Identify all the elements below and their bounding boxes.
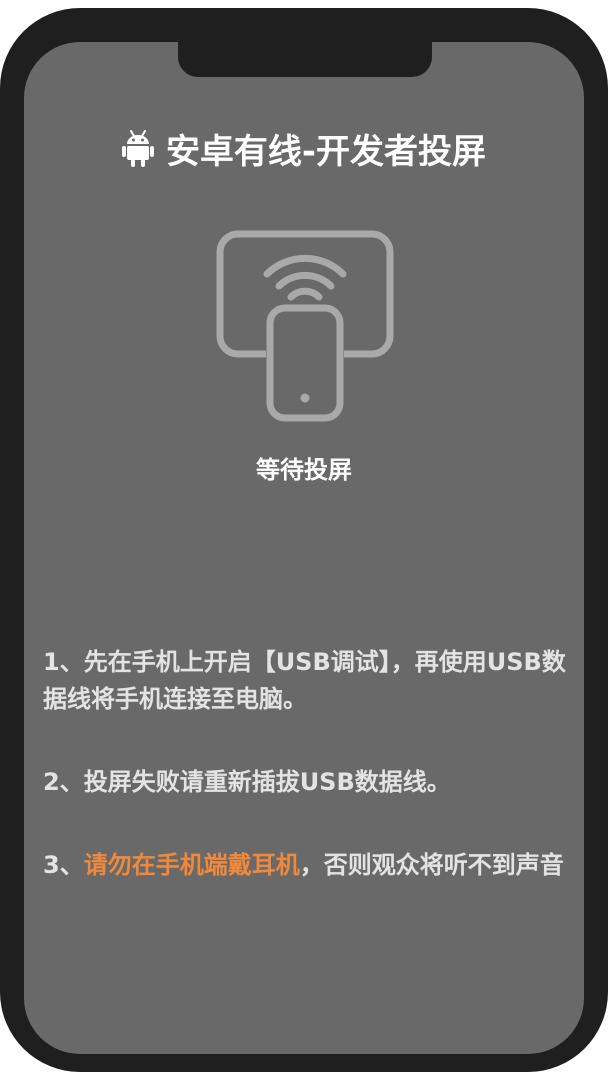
title-text: 安卓有线-开发者投屏 xyxy=(165,131,487,172)
phone-notch xyxy=(178,35,432,77)
screen-cast-icon xyxy=(216,230,394,422)
instruction-step-3: 3、请勿在手机端戴耳机，否则观众将听不到声音 xyxy=(43,847,568,884)
headphone-warning: 请勿在手机端戴耳机 xyxy=(83,851,300,879)
step-3-suffix: ，否则观众将听不到声音 xyxy=(299,851,564,879)
instructions: 1、先在手机上开启【USB调试】，再使用USB数据线将手机连接至电脑。 2、投屏… xyxy=(43,644,568,930)
page-title: 安卓有线-开发者投屏 xyxy=(24,126,584,172)
instruction-step-1: 1、先在手机上开启【USB调试】，再使用USB数据线将手机连接至电脑。 xyxy=(43,648,566,713)
android-icon xyxy=(121,130,154,167)
phone-screen: 安卓有线-开发者投屏 等待投屏 1、先在手机上开启【USB调试】，再使用USB数… xyxy=(24,42,584,1054)
phone-frame: 安卓有线-开发者投屏 等待投屏 1、先在手机上开启【USB调试】，再使用USB数… xyxy=(0,8,608,1072)
instruction-step-2: 2、投屏失败请重新插拔USB数据线。 xyxy=(43,768,451,796)
waiting-status-text: 等待投屏 xyxy=(256,456,352,484)
step-3-prefix: 3、 xyxy=(43,851,84,879)
